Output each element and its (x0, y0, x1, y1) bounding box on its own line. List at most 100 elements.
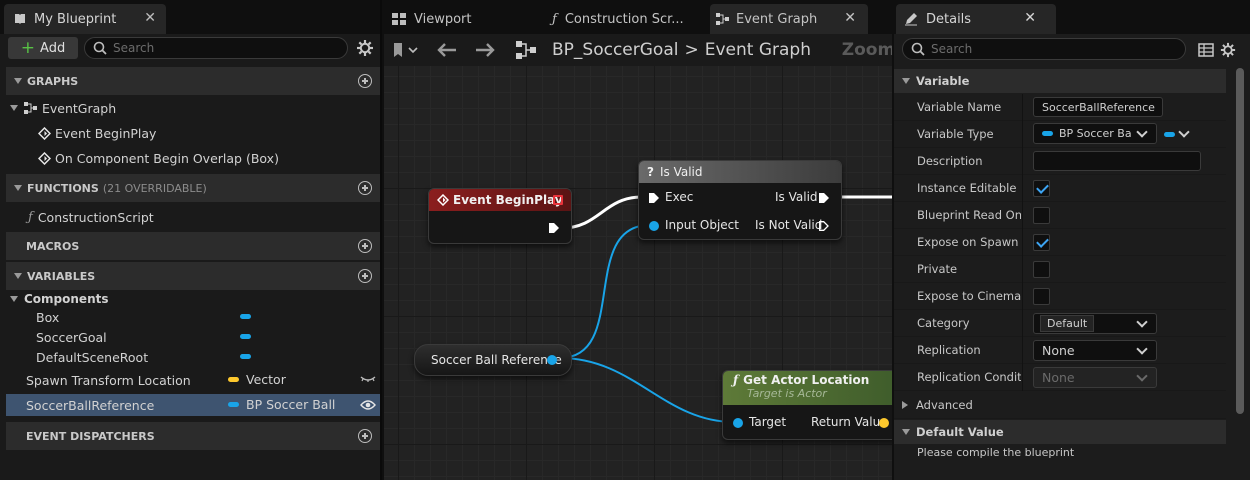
graph-canvas[interactable]: Event BeginPlay ? Is Valid Exec Is Valid… (384, 66, 892, 480)
column-divider (1022, 283, 1023, 310)
eye-open-icon[interactable] (360, 399, 376, 411)
graphs-section-header[interactable]: GRAPHS (6, 67, 380, 95)
details-search-input[interactable]: Search (902, 38, 1186, 60)
read-only-checkbox[interactable] (1033, 207, 1050, 224)
bookmark-icon[interactable] (392, 42, 418, 58)
breadcrumb-blueprint[interactable]: BP_SoccerGoal (552, 40, 678, 60)
variable-row-soccerballreference[interactable]: SoccerBallReference BP Soccer Ball (6, 394, 380, 416)
exec-wire-beginplay-to-isvalid (561, 195, 643, 230)
node-title: Event BeginPlay (453, 193, 563, 207)
delegate-pin-icon[interactable] (553, 195, 563, 205)
description-field[interactable] (1033, 151, 1201, 171)
close-icon[interactable]: ✕ (1024, 10, 1036, 26)
object-wire-ref-to-target (559, 357, 735, 423)
variable-section-header[interactable]: Variable (894, 69, 1226, 93)
is-not-valid-out-pin[interactable] (819, 221, 829, 231)
gear-icon[interactable] (1220, 42, 1236, 58)
add-variable-icon[interactable] (358, 269, 372, 283)
private-checkbox[interactable] (1033, 261, 1050, 278)
tab-event-graph[interactable]: Event Graph ✕ (710, 4, 868, 34)
container-type-pill-icon[interactable] (1164, 132, 1175, 137)
constructionscript-label: ConstructionScript (37, 209, 154, 225)
row-advanced[interactable]: Advanced (894, 392, 1226, 419)
add-button[interactable]: + Add (8, 37, 78, 59)
details-scrollbar[interactable] (1236, 68, 1244, 414)
table-view-icon[interactable] (1198, 43, 1214, 57)
exec-out-pin[interactable] (549, 223, 559, 233)
back-arrow-icon[interactable] (436, 42, 458, 58)
close-icon[interactable]: ✕ (844, 10, 856, 26)
node-title: Get Actor Location (743, 373, 870, 387)
functions-section-header[interactable]: FUNCTIONS (21 OVERRIDABLE) (6, 174, 380, 202)
instance-editable-checkbox[interactable] (1033, 180, 1050, 197)
tree-item-event-beginplay[interactable]: Event BeginPlay (0, 122, 380, 144)
variable-name-field[interactable]: SoccerBallReference (1033, 97, 1163, 117)
collapse-triangle-icon (902, 78, 910, 84)
compile-message: Please compile the blueprint (917, 446, 1075, 459)
node-is-valid[interactable]: ? Is Valid Exec Is Valid Input Object Is… (638, 160, 842, 240)
node-subtitle: Target is Actor (747, 387, 827, 400)
is-not-valid-pin-label: Is Not Valid (755, 218, 823, 232)
tab-viewport-label: Viewport (414, 11, 472, 27)
add-event-dispatcher-icon[interactable] (358, 429, 372, 443)
variable-type-dropdown[interactable]: BP Soccer Ba (1033, 123, 1157, 144)
macros-section-header[interactable]: MACROS (6, 232, 380, 260)
variable-row-box[interactable]: Box (0, 306, 380, 328)
input-object-pin[interactable] (649, 221, 659, 231)
variable-row-defaultsceneroot[interactable]: DefaultSceneRoot (0, 346, 380, 368)
node-soccer-ball-reference[interactable]: Soccer Ball Reference (414, 344, 572, 376)
expand-triangle-icon (902, 401, 908, 409)
exec-pin-label: Exec (665, 190, 694, 204)
tab-construction-script[interactable]: ƒ Construction Scr... (552, 4, 702, 34)
event-diamond-icon (437, 194, 449, 206)
return-value-pin[interactable] (879, 418, 889, 428)
tree-item-on-component-begin-overlap[interactable]: On Component Begin Overlap (Box) (0, 147, 380, 169)
gear-icon[interactable] (356, 39, 374, 57)
tree-item-eventgraph[interactable]: EventGraph (0, 97, 380, 119)
instance-editable-label: Instance Editable (917, 181, 1017, 195)
node-get-actor-location[interactable]: ƒ Get Actor Location Target is Actor Targ… (722, 370, 892, 440)
tab-viewport[interactable]: Viewport (388, 4, 544, 34)
variable-row-spawn-transform-location[interactable]: Spawn Transform Location Vector (0, 369, 380, 391)
input-object-label: Input Object (665, 218, 739, 232)
chevron-down-icon[interactable] (1178, 126, 1190, 138)
node-event-beginplay[interactable]: Event BeginPlay (428, 188, 572, 244)
graph-editor: Viewport ƒ Construction Scr... Event Gra… (384, 0, 892, 480)
return-value-label: Return Value (811, 415, 888, 429)
function-icon: ƒ (733, 373, 739, 387)
add-graph-icon[interactable] (358, 74, 372, 88)
tree-item-constructionscript[interactable]: ƒ ConstructionScript (0, 206, 380, 228)
add-macro-icon[interactable] (358, 239, 372, 253)
default-value-section-header[interactable]: Default Value (894, 420, 1226, 444)
target-in-pin[interactable] (733, 418, 743, 428)
event-dispatchers-section-header[interactable]: EVENT DISPATCHERS (6, 422, 380, 450)
column-divider (1022, 148, 1023, 175)
node-header: ƒ Get Actor Location Target is Actor (723, 371, 892, 405)
category-label: Category (917, 316, 970, 330)
pencil-icon (905, 13, 917, 26)
details-tab[interactable]: Details ✕ (896, 4, 1056, 34)
my-blueprint-tab[interactable]: My Blueprint ✕ (4, 4, 166, 34)
expose-cinematics-checkbox[interactable] (1033, 288, 1050, 305)
add-function-icon[interactable] (358, 181, 372, 195)
variable-name: Box (36, 309, 60, 325)
search-input[interactable]: Search (84, 37, 348, 59)
breadcrumb-graph[interactable]: Event Graph (705, 40, 811, 60)
replication-dropdown[interactable]: None (1033, 340, 1157, 361)
column-divider (1022, 310, 1023, 337)
forward-arrow-icon[interactable] (474, 42, 496, 58)
plus-icon: + (20, 37, 36, 58)
column-divider (1022, 121, 1023, 148)
exec-in-pin[interactable] (649, 193, 659, 203)
close-icon[interactable]: ✕ (144, 10, 156, 26)
variables-section-header[interactable]: VARIABLES (6, 262, 380, 290)
category-dropdown[interactable]: Default (1033, 313, 1157, 334)
column-divider (1022, 337, 1023, 364)
variable-row-soccergoal[interactable]: SoccerGoal (0, 326, 380, 348)
eye-closed-icon[interactable] (360, 375, 376, 385)
variables-section-label: VARIABLES (27, 269, 96, 283)
object-out-pin[interactable] (547, 355, 557, 365)
is-valid-out-pin[interactable] (819, 193, 829, 203)
chevron-down-icon (1136, 370, 1148, 382)
expose-on-spawn-checkbox[interactable] (1033, 234, 1050, 251)
